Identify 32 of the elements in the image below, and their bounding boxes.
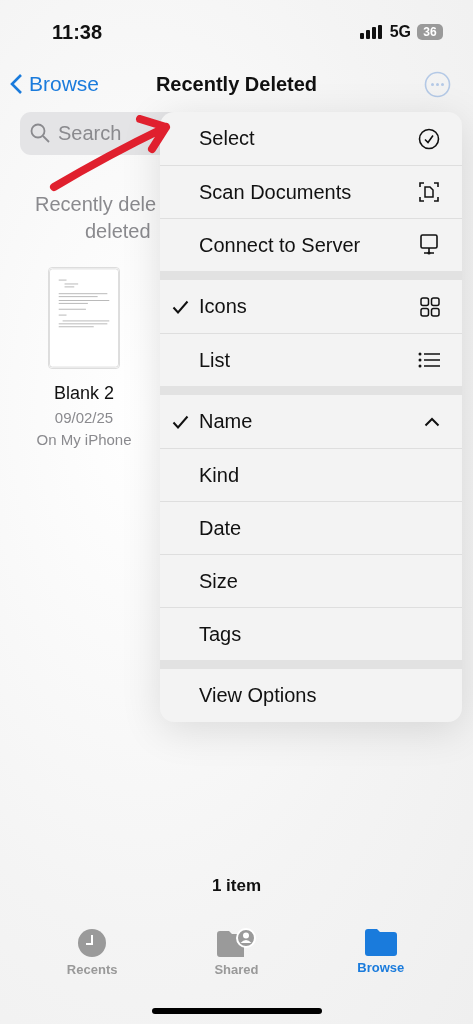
clock-icon <box>77 928 108 958</box>
menu-item[interactable]: Name <box>160 395 462 448</box>
empty-message: Recently dele <box>34 192 157 217</box>
empty-message: deleted <box>84 219 151 244</box>
file-location: On My iPhone <box>36 431 132 448</box>
menu-item[interactable]: Date <box>160 501 462 554</box>
signal-icon <box>359 25 384 39</box>
tab-item[interactable]: Browse <box>325 928 436 977</box>
back-button[interactable]: Browse <box>10 72 100 96</box>
file-date: 09/02/25 <box>54 409 114 426</box>
grid-icon <box>420 296 440 317</box>
menu-item[interactable]: View Options <box>160 669 462 722</box>
list-icon <box>418 352 440 368</box>
nav-title: Recently Deleted <box>155 72 318 96</box>
battery-level: 36 <box>417 24 443 40</box>
status-time: 11:38 <box>52 20 103 44</box>
menu-item[interactable]: Size <box>160 554 462 607</box>
menu-item[interactable]: Kind <box>160 448 462 501</box>
more-icon[interactable] <box>424 71 451 98</box>
checkmark-circle-icon <box>418 127 440 150</box>
menu-item[interactable]: Icons <box>160 280 462 333</box>
network-label: 5G <box>389 23 411 41</box>
folder-icon <box>363 928 398 956</box>
item-count: 1 item <box>211 876 262 895</box>
monitor-icon <box>418 233 440 257</box>
shared-folder-icon <box>216 928 257 958</box>
chevron-up-icon <box>424 416 440 427</box>
document-scan-icon <box>418 181 440 203</box>
menu-item[interactable]: Scan Documents <box>160 165 462 218</box>
chevron-left-icon <box>10 73 23 95</box>
document-thumbnail[interactable] <box>48 267 120 369</box>
file-name: Blank 2 <box>53 383 114 404</box>
